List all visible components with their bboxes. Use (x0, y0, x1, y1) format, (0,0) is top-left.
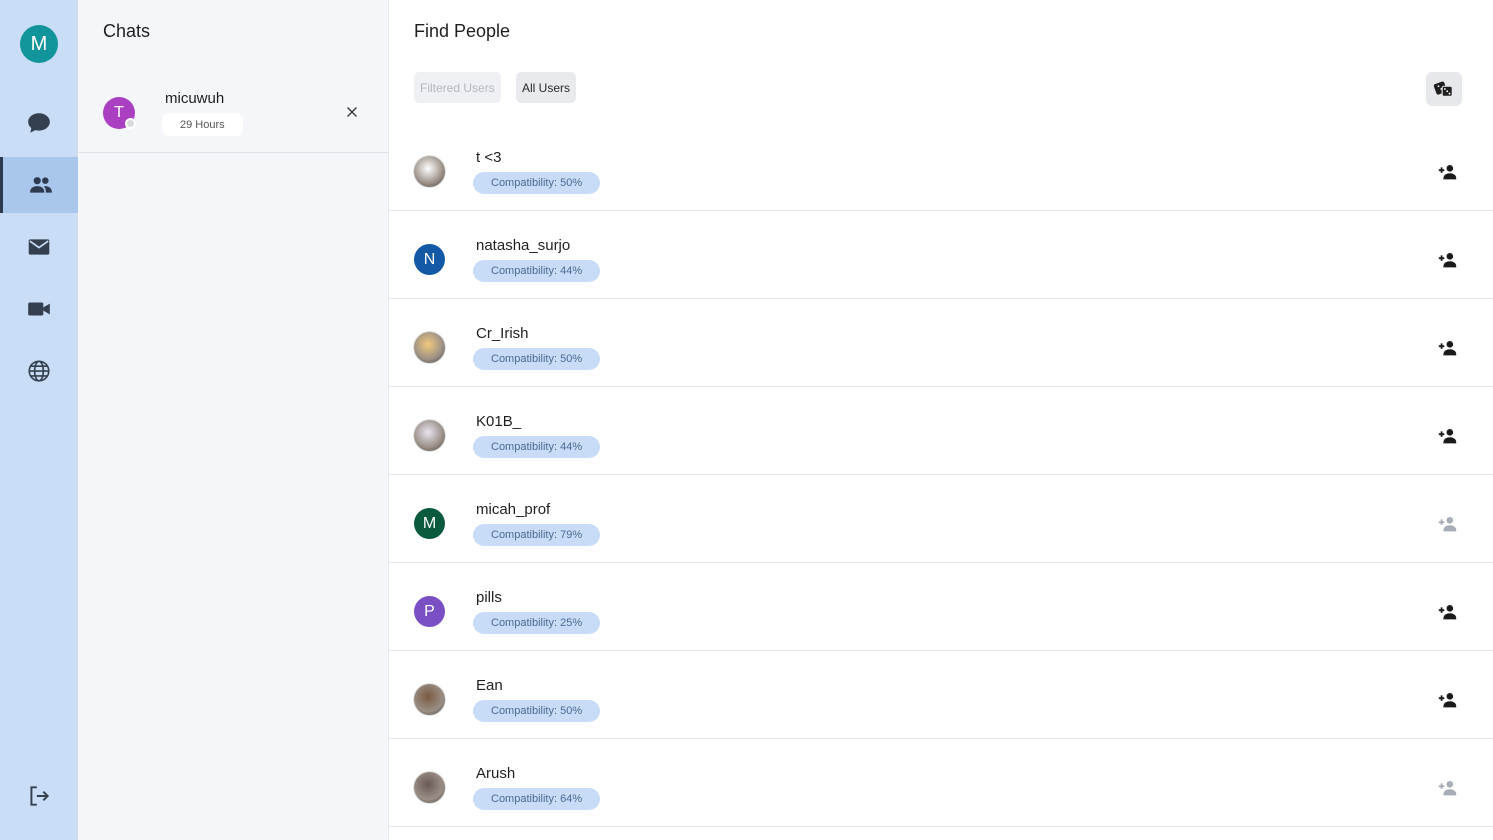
chat-item[interactable]: T micuwuh 29 Hours (78, 76, 389, 153)
chats-title: Chats (103, 21, 151, 41)
status-dot (125, 118, 136, 129)
avatar[interactable]: P (414, 596, 445, 627)
table-row[interactable]: Nnatasha_surjo Compatibility: 44% (389, 211, 1493, 299)
person-add-icon (1438, 781, 1457, 796)
rail-item-globe[interactable] (0, 343, 78, 399)
person-add-icon (1438, 517, 1457, 532)
rail-item-mail[interactable] (0, 219, 78, 275)
filtered-users-button[interactable]: Filtered Users (414, 72, 501, 103)
rail-item-video[interactable] (0, 281, 78, 337)
chat-name: micuwuh (165, 90, 225, 107)
person-add-icon (1438, 693, 1457, 708)
add-friend-button[interactable] (1437, 601, 1459, 623)
compatibility-badge: Compatibility: 50% (473, 172, 601, 194)
add-friend-button[interactable] (1437, 337, 1459, 359)
app-root: M Chats T micuwuh 29 Hours Find People F… (0, 0, 1493, 840)
compatibility-badge: Compatibility: 44% (473, 436, 601, 458)
rail-item-chats[interactable] (0, 95, 78, 151)
add-friend-button[interactable] (1437, 249, 1459, 271)
add-friend-button[interactable] (1437, 513, 1459, 535)
page-title: Find People (414, 21, 511, 41)
video-camera-icon (28, 302, 50, 316)
table-row[interactable]: Ppills Compatibility: 25% (389, 563, 1493, 651)
table-row[interactable]: t <3 Compatibility: 50% (389, 123, 1493, 211)
dice-icon (1433, 81, 1453, 97)
table-row[interactable]: Arush Compatibility: 64% (389, 739, 1493, 827)
person-name[interactable]: natasha_surjo (476, 237, 570, 254)
person-name[interactable]: Arush (476, 765, 515, 782)
all-users-button[interactable]: All Users (516, 72, 577, 103)
left-rail: M (0, 0, 78, 840)
rail-item-people[interactable] (0, 157, 78, 213)
add-friend-button[interactable] (1437, 161, 1459, 183)
person-name[interactable]: Ean (476, 677, 503, 694)
add-friend-button[interactable] (1437, 425, 1459, 447)
avatar[interactable]: M (414, 508, 445, 539)
compatibility-badge: Compatibility: 50% (473, 348, 601, 370)
compatibility-badge: Compatibility: 25% (473, 612, 601, 634)
people-icon (29, 177, 52, 193)
globe-icon (28, 360, 50, 382)
person-add-icon (1438, 165, 1457, 180)
person-name[interactable]: pills (476, 589, 502, 606)
logout-icon (30, 786, 50, 806)
person-add-icon (1438, 429, 1457, 444)
compatibility-badge: Compatibility: 50% (473, 700, 601, 722)
add-friend-button[interactable] (1437, 777, 1459, 799)
avatar[interactable] (414, 332, 445, 363)
chats-panel: Chats T micuwuh 29 Hours (78, 0, 389, 840)
person-add-icon (1438, 605, 1457, 620)
close-icon (347, 107, 357, 117)
person-add-icon (1438, 253, 1457, 268)
person-add-icon (1438, 341, 1457, 356)
people-list: t <3 Compatibility: 50% Nnatasha_surjo Comp… (389, 123, 1493, 827)
avatar[interactable] (414, 772, 445, 803)
table-row[interactable]: Ean Compatibility: 50% (389, 651, 1493, 739)
table-row[interactable]: Mmicah_prof Compatibility: 79% (389, 475, 1493, 563)
person-name[interactable]: t <3 (476, 149, 501, 166)
person-name[interactable]: K01B_ (476, 413, 521, 430)
random-user-button[interactable] (1426, 72, 1462, 106)
avatar[interactable] (414, 684, 445, 715)
table-row[interactable]: Cr_Irish Compatibility: 50% (389, 299, 1493, 387)
logout-button[interactable] (0, 768, 78, 824)
person-name[interactable]: micah_prof (476, 501, 550, 518)
avatar[interactable]: N (414, 244, 445, 275)
compatibility-badge: Compatibility: 64% (473, 788, 601, 810)
find-people-panel: Find People Filtered Users All Users t <… (389, 0, 1493, 840)
table-row[interactable]: K01B_ Compatibility: 44% (389, 387, 1493, 475)
compatibility-badge: Compatibility: 44% (473, 260, 601, 282)
chat-bubble-icon (28, 113, 50, 133)
compatibility-badge: Compatibility: 79% (473, 524, 601, 546)
person-name[interactable]: Cr_Irish (476, 325, 529, 342)
user-avatar[interactable]: M (20, 25, 58, 63)
avatar[interactable] (414, 420, 445, 451)
avatar[interactable] (414, 156, 445, 187)
close-chat-button[interactable] (344, 104, 360, 120)
chat-time-badge: 29 Hours (162, 113, 243, 136)
mail-icon (28, 239, 50, 255)
add-friend-button[interactable] (1437, 689, 1459, 711)
